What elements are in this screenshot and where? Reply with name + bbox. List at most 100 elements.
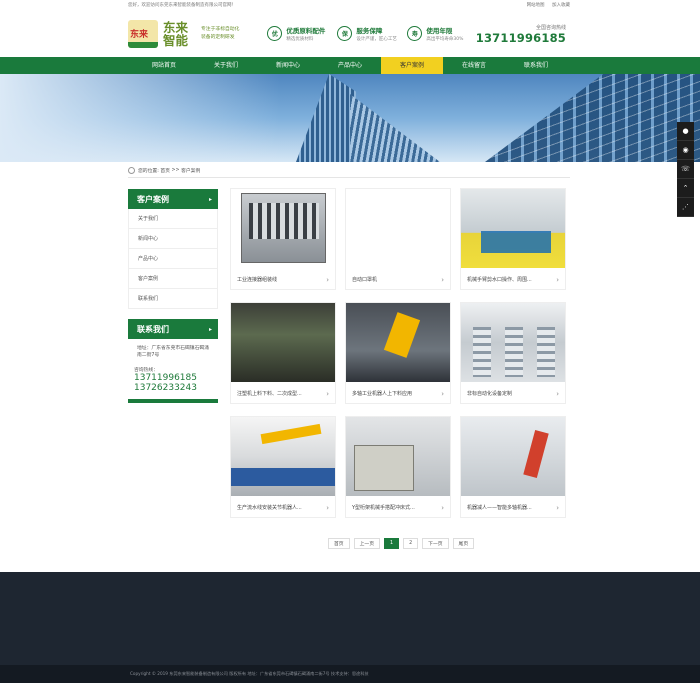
page-prev-button[interactable]: 上一页 (353, 538, 381, 549)
chevron-right-icon: › (441, 503, 444, 512)
case-image[interactable] (461, 189, 565, 268)
welcome-text: 您好，欢迎访问东莞东来智能装备制造有限公司官网！ (128, 3, 236, 8)
case-image[interactable] (461, 303, 565, 382)
feature-item: 优 优质原料配件 精选优质材料 (267, 25, 337, 42)
sidebar-item-products[interactable]: 产品中心 (128, 249, 218, 269)
pagination: 首页 上一页 1 2 下一页 尾页 (328, 538, 478, 549)
chevron-right-icon: › (556, 503, 559, 512)
case-title[interactable]: 机械手臂剪水口操作、周围... (467, 276, 532, 283)
qq-icon[interactable]: ● (677, 122, 694, 141)
feature-subtitle: 高出平均寿命30% (426, 37, 464, 42)
contact-title: 联系我们 ▸ (128, 319, 218, 339)
page-first-button[interactable]: 首页 (328, 538, 350, 549)
case-card[interactable]: 生产流水线安装关节机器人... › (230, 416, 336, 518)
phone-icon[interactable]: ☏ (677, 160, 694, 179)
logo-slogan: 专注于非标自动化 装备的定制研发 (201, 26, 240, 40)
chevron-right-icon: › (556, 389, 559, 398)
nav-item-products[interactable]: 产品中心 (319, 57, 381, 74)
sidebar-title: 客户案例 ▸ (128, 189, 218, 209)
hotline-number[interactable]: 13711996185 (476, 31, 566, 45)
page-number-button[interactable]: 2 (403, 538, 419, 549)
feature-title: 服务保障 (356, 27, 383, 35)
service-icon: 保 (337, 26, 353, 41)
case-card[interactable]: 机械手臂剪水口操作、周围... › (460, 188, 566, 290)
floating-toolbar: ● ◉ ☏ ⌃ ⋰ (677, 122, 694, 217)
feature-list: 优 优质原料配件 精选优质材料 保 服务保障 设计严谨，匠心工艺 寿 使用年限 … (267, 25, 477, 42)
case-title[interactable]: 注塑机上料下料、二次成型... (237, 390, 302, 397)
case-title[interactable]: 工业连接器组装线 (237, 276, 277, 283)
logo[interactable]: 东来 东来智能 专注于非标自动化 装备的定制研发 (128, 19, 240, 48)
quality-icon: 优 (267, 26, 283, 41)
case-image[interactable] (231, 303, 335, 382)
wechat-icon[interactable]: ◉ (677, 141, 694, 160)
top-links: 网站地图 加入收藏 (521, 2, 570, 8)
chevron-right-icon: › (326, 503, 329, 512)
chevron-right-icon: ▸ (208, 325, 212, 333)
nav-item-cases[interactable]: 客户案例 (381, 57, 443, 74)
favorite-link[interactable]: 加入收藏 (552, 3, 570, 8)
sidebar-contact: 联系我们 ▸ 地址：广东省东莞市石碣镇石碣涌南二街7号 咨询热线： 137119… (128, 319, 218, 403)
lifespan-icon: 寿 (407, 26, 423, 41)
back-to-top-icon[interactable]: ⌃ (677, 179, 694, 198)
breadcrumb-current[interactable]: 客户案例 (181, 167, 200, 174)
case-image[interactable] (231, 417, 335, 496)
case-card[interactable]: Y型桁架机械手搭配冲床式... › (345, 416, 451, 518)
case-card[interactable]: 工业连接器组装线 › (230, 188, 336, 290)
case-title[interactable]: 自动口罩机 (352, 276, 377, 283)
feature-title: 优质原料配件 (286, 27, 326, 35)
contact-address: 地址：广东省东莞市石碣镇石碣涌南二街7号 (137, 346, 209, 358)
feature-title: 使用年限 (426, 27, 453, 35)
nav-item-home[interactable]: 网站首页 (133, 57, 195, 74)
contact-tel[interactable]: 13711996185 (128, 373, 218, 383)
contact-tel-label: 咨询热线： (134, 368, 158, 373)
case-title[interactable]: 多轴工业机器人上下料应用 (352, 390, 412, 397)
chevron-right-icon: › (326, 389, 329, 398)
building-shape (350, 94, 440, 162)
case-title[interactable]: 生产流水线安装关节机器人... (237, 504, 302, 511)
sidebar-item-about[interactable]: 关于我们 (128, 209, 218, 229)
case-image[interactable] (346, 189, 450, 268)
case-card[interactable]: 多轴工业机器人上下料应用 › (345, 302, 451, 404)
case-card[interactable]: 自动口罩机 › (345, 188, 451, 290)
building-shape (296, 74, 356, 162)
chevron-right-icon: ▸ (208, 195, 212, 203)
nav-item-contact[interactable]: 联系我们 (505, 57, 567, 74)
nav-item-message[interactable]: 在线留言 (443, 57, 505, 74)
chevron-right-icon: › (556, 275, 559, 284)
logo-mark: 东来 (128, 19, 158, 48)
case-title[interactable]: Y型桁架机械手搭配冲床式... (352, 504, 415, 511)
banner-image (0, 74, 700, 162)
nav-item-news[interactable]: 新闻中心 (257, 57, 319, 74)
feature-item: 寿 使用年限 高出平均寿命30% (407, 25, 477, 42)
location-icon (128, 167, 135, 174)
breadcrumb-home[interactable]: 首页 (160, 167, 170, 174)
sidebar-item-contact[interactable]: 联系我们 (128, 289, 218, 309)
case-image[interactable] (461, 417, 565, 496)
case-image[interactable] (346, 303, 450, 382)
sidebar-item-news[interactable]: 新闻中心 (128, 229, 218, 249)
main-nav: 网站首页 关于我们 新闻中心 产品中心 客户案例 在线留言 联系我们 (0, 57, 700, 74)
case-title[interactable]: 机器减人——智能多轴机器... (467, 504, 532, 511)
logo-title: 东来智能 (163, 19, 189, 48)
sidebar-item-cases[interactable]: 客户案例 (128, 269, 218, 289)
share-icon[interactable]: ⋰ (677, 198, 694, 217)
page-next-button[interactable]: 下一页 (422, 538, 449, 549)
nav-item-about[interactable]: 关于我们 (195, 57, 257, 74)
case-card[interactable]: 注塑机上料下料、二次成型... › (230, 302, 336, 404)
case-card[interactable]: 机器减人——智能多轴机器... › (460, 416, 566, 518)
hotline-label: 全国咨询热线 (535, 25, 566, 31)
sitemap-link[interactable]: 网站地图 (527, 3, 545, 8)
feature-subtitle: 设计严谨，匠心工艺 (356, 37, 397, 42)
page-number-button[interactable]: 1 (384, 538, 400, 549)
case-image[interactable] (346, 417, 450, 496)
case-card[interactable]: 非标自动化设备定制 › (460, 302, 566, 404)
case-image[interactable] (231, 189, 335, 268)
copyright-bar: Copyright © 2019 东莞东来智能装备制造有限公司 版权所有 地址：… (0, 665, 700, 683)
header: 东来 东来智能 专注于非标自动化 装备的定制研发 优 优质原料配件 精选优质材料… (0, 10, 700, 57)
top-bar: 您好，欢迎访问东莞东来智能装备制造有限公司官网！ 网站地图 加入收藏 (0, 0, 700, 10)
case-title[interactable]: 非标自动化设备定制 (467, 390, 512, 397)
chevron-right-icon: › (441, 275, 444, 284)
breadcrumb: 您的位置: 首页 >> 客户案例 (128, 167, 200, 174)
contact-tel[interactable]: 13726233243 (128, 383, 218, 393)
page-last-button[interactable]: 尾页 (452, 538, 475, 549)
